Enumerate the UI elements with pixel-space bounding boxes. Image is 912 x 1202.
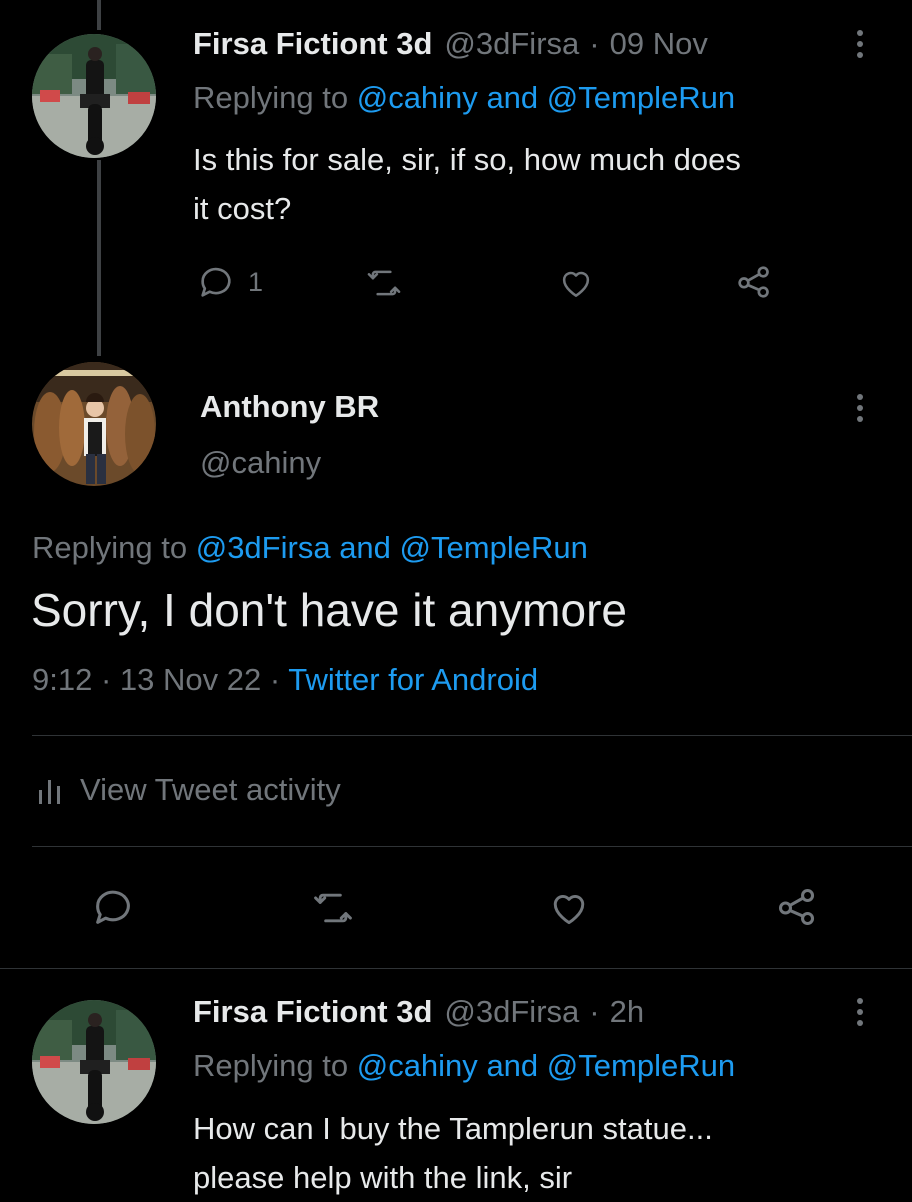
like-button[interactable] xyxy=(546,886,592,930)
reply-icon xyxy=(196,262,236,302)
author-name[interactable]: Firsa Fictiont 3d xyxy=(193,26,432,62)
mention-link[interactable]: @3dFirsa xyxy=(196,530,331,565)
tweet-date: 13 Nov 22 xyxy=(119,662,262,697)
tweet-text-line: please help with the link, sir xyxy=(193,1160,573,1195)
share-icon xyxy=(734,262,774,302)
tweet-3-header: Firsa Fictiont 3d @3dFirsa · 2h xyxy=(193,994,644,1030)
divider xyxy=(0,968,912,969)
thread-line-middle xyxy=(97,160,101,356)
tweet-text: Is this for sale, sir, if so, how much d… xyxy=(193,135,893,233)
mention-link[interactable]: @cahiny xyxy=(357,80,478,115)
replying-to: Replying to @3dFirsa and @TempleRun xyxy=(32,530,588,566)
mention-link[interactable]: @TempleRun xyxy=(547,80,735,115)
tweet-text: How can I buy the Tamplerun statue... pl… xyxy=(193,1104,893,1202)
tweet-text-line: How can I buy the Tamplerun statue... xyxy=(193,1111,713,1146)
divider xyxy=(32,846,912,847)
retweet-button[interactable] xyxy=(310,886,356,930)
meta-separator: · xyxy=(589,994,600,1029)
reply-count: 1 xyxy=(248,266,264,297)
author-handle[interactable]: @3dFirsa xyxy=(444,994,579,1030)
more-options-icon[interactable] xyxy=(854,30,866,63)
replying-to: Replying to @cahiny and @TempleRun xyxy=(193,80,735,116)
replying-and: and xyxy=(486,1048,539,1083)
like-icon xyxy=(546,886,592,930)
meta-separator: · xyxy=(100,662,112,697)
share-icon xyxy=(774,884,820,930)
tweet-source-link[interactable]: Twitter for Android xyxy=(288,662,538,697)
reply-button[interactable] xyxy=(90,884,136,930)
reply-button[interactable]: 1 xyxy=(196,262,263,302)
like-button[interactable] xyxy=(556,264,596,302)
tweet-time[interactable]: 09 Nov xyxy=(610,26,708,62)
more-options-icon[interactable] xyxy=(854,394,866,427)
replying-and: and xyxy=(339,530,391,565)
replying-and: and xyxy=(486,80,539,115)
meta-separator: · xyxy=(269,662,281,697)
tweet-text: Sorry, I don't have it anymore xyxy=(31,584,627,636)
analytics-icon xyxy=(36,774,66,806)
tweet-text-line: it cost? xyxy=(193,191,292,226)
retweet-button[interactable] xyxy=(364,264,404,302)
view-activity-label: View Tweet activity xyxy=(80,772,341,807)
mention-link[interactable]: @cahiny xyxy=(357,1048,478,1083)
tweet-timestamp: 9:12 · 13 Nov 22 · Twitter for Android xyxy=(32,662,538,698)
share-button[interactable] xyxy=(774,884,820,930)
replying-to: Replying to @cahiny and @TempleRun xyxy=(193,1048,735,1084)
author-name[interactable]: Anthony BR xyxy=(200,389,379,425)
retweet-icon xyxy=(310,886,356,930)
author-name[interactable]: Firsa Fictiont 3d xyxy=(193,994,432,1030)
author-handle[interactable]: @3dFirsa xyxy=(444,26,579,62)
tweet-time[interactable]: 2h xyxy=(610,994,644,1030)
replying-prefix: Replying to xyxy=(32,530,188,565)
author-handle[interactable]: @cahiny xyxy=(200,445,321,481)
tweet-time: 9:12 xyxy=(32,662,93,697)
reply-icon xyxy=(90,884,136,930)
share-button[interactable] xyxy=(734,262,774,302)
replying-prefix: Replying to xyxy=(193,80,349,115)
more-options-icon[interactable] xyxy=(854,998,866,1031)
tweet-1-header: Firsa Fictiont 3d @3dFirsa · 09 Nov xyxy=(193,26,708,66)
mention-link[interactable]: @TempleRun xyxy=(547,1048,735,1083)
avatar-firsa[interactable] xyxy=(32,34,156,158)
view-activity-link[interactable]: View Tweet activity xyxy=(36,772,341,808)
tweet-text-line: Is this for sale, sir, if so, how much d… xyxy=(193,142,741,177)
avatar-firsa[interactable] xyxy=(32,1000,156,1124)
like-icon xyxy=(556,264,596,302)
replying-prefix: Replying to xyxy=(193,1048,349,1083)
thread-line-top xyxy=(97,0,101,30)
mention-link[interactable]: @TempleRun xyxy=(400,530,588,565)
avatar-anthony[interactable] xyxy=(32,362,156,486)
retweet-icon xyxy=(364,264,404,302)
divider xyxy=(32,735,912,736)
meta-separator: · xyxy=(589,26,600,61)
